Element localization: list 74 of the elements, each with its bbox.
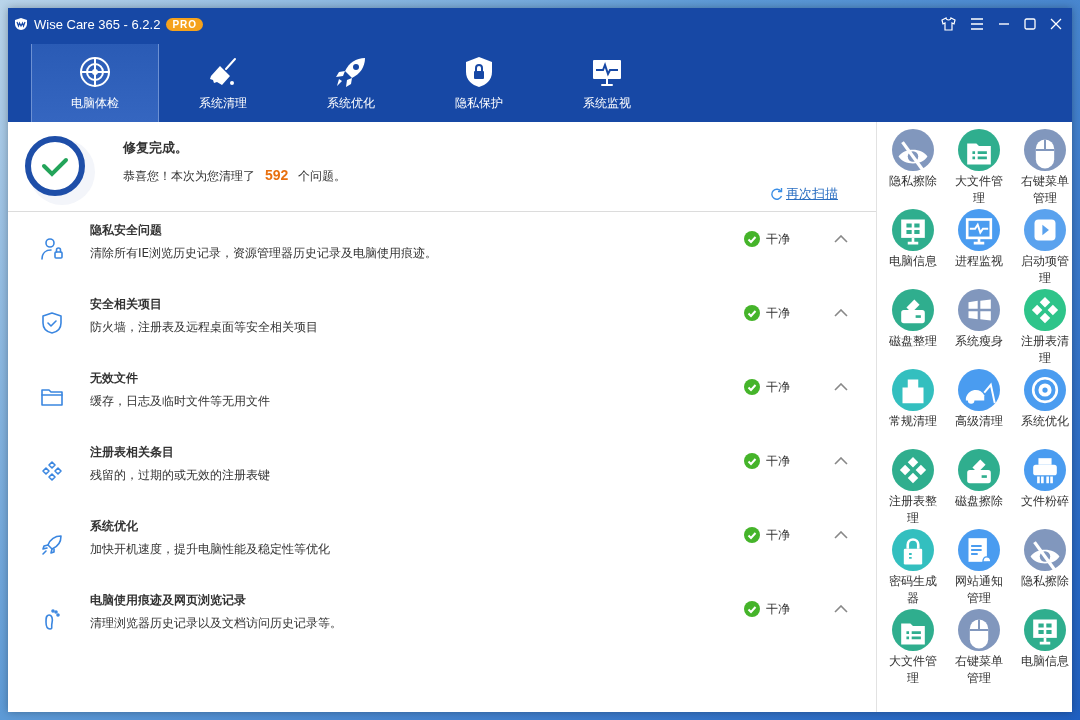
diamond-dots-icon [40,459,64,483]
tool-button[interactable]: 注册表整理 [880,449,946,529]
check-item-title: 安全相关项目 [90,296,163,313]
tool-button[interactable]: 文件粉碎 [1012,449,1078,529]
result-message: 个问题。 [298,168,347,185]
tool-button[interactable]: 大文件管理 [880,609,946,689]
pro-badge: PRO [166,17,204,31]
chevron-up-icon[interactable] [834,531,848,539]
rescan-link[interactable]: 再次扫描 [786,185,838,203]
status-text: 干净 [766,600,790,618]
tool-button[interactable]: 磁盘擦除 [946,449,1012,529]
chevron-up-icon[interactable] [834,457,848,465]
tab[interactable]: 系统监视 [543,44,671,122]
check-item-title: 系统优化 [90,518,139,535]
status-text: 干净 [766,378,790,396]
chevron-up-icon[interactable] [834,605,848,613]
tool-button[interactable]: 电脑信息 [1012,609,1078,689]
result-message: 恭喜您！本次为您清理了 [123,168,255,185]
tool-button[interactable]: 密码生成器 [880,529,946,609]
tab[interactable]: 系统清理 [159,44,287,122]
tool-button[interactable]: 高级清理 [946,369,1012,449]
tool-button[interactable]: 右键菜单管理 [946,609,1012,689]
chevron-up-icon[interactable] [834,383,848,391]
issue-count: 592 [265,167,289,183]
check-icon [744,231,760,247]
check-item-description: 防火墙，注册表及远程桌面等安全相关项目 [90,319,319,336]
tab[interactable]: 隐私保护 [415,44,543,122]
close-icon[interactable] [1050,18,1062,30]
check-item-description: 残留的，过期的或无效的注册表键 [90,467,271,484]
rocket-icon [40,533,64,557]
tool-button[interactable]: 隐私擦除 [1012,529,1078,609]
chevron-up-icon[interactable] [834,309,848,317]
radar-icon [78,54,112,89]
shield-check-icon [40,311,64,335]
menu-icon[interactable] [970,18,984,30]
check-icon [744,527,760,543]
status-text: 干净 [766,230,790,248]
tool-button[interactable]: 网站通知管理 [946,529,1012,609]
check-icon [744,601,760,617]
tool-button[interactable]: 启动项管理 [1012,209,1078,289]
user-lock-icon [40,237,64,261]
tool-button[interactable]: 隐私擦除 [880,129,946,209]
tool-button[interactable]: 常规清理 [880,369,946,449]
tool-button[interactable]: 系统优化 [1012,369,1078,449]
status-text: 干净 [766,452,790,470]
check-item-description: 清除所有IE浏览历史记录，资源管理器历史记录及电脑使用痕迹。 [90,245,439,262]
check-icon [744,379,760,395]
tool-button[interactable]: 右键菜单管理 [1012,129,1078,209]
window-title: Wise Care 365 - 6.2.2 [34,16,161,32]
check-item-title: 电脑使用痕迹及网页浏览记录 [90,592,247,609]
check-item-description: 加快开机速度，提升电脑性能及稳定性等优化 [90,541,331,558]
tool-button[interactable]: 大文件管理 [946,129,1012,209]
tab[interactable]: 系统优化 [287,44,415,122]
check-icon [744,305,760,321]
shirt-icon[interactable] [941,17,956,31]
tool-button[interactable]: 磁盘整理 [880,289,946,369]
status-text: 干净 [766,526,790,544]
maximize-icon[interactable] [1024,18,1036,30]
refresh-icon[interactable] [770,187,783,201]
chevron-up-icon[interactable] [834,235,848,243]
tab[interactable]: 电脑体检 [31,44,159,122]
check-item-title: 无效文件 [90,370,139,387]
check-item-description: 清理浏览器历史记录以及文档访问历史记录等。 [90,615,343,632]
shield-logo-icon [14,17,28,31]
check-item-title: 注册表相关条目 [90,444,175,461]
status-text: 干净 [766,304,790,322]
check-item-description: 缓存，日志及临时文件等无用文件 [90,393,271,410]
tool-button[interactable]: 系统瘦身 [946,289,1012,369]
tool-button[interactable]: 电脑信息 [880,209,946,289]
result-title: 修复完成。 [123,139,189,157]
tool-button[interactable]: 进程监视 [946,209,1012,289]
check-item-title: 隐私安全问题 [90,222,163,239]
check-icon [744,453,760,469]
tool-button[interactable]: 注册表清理 [1012,289,1078,369]
